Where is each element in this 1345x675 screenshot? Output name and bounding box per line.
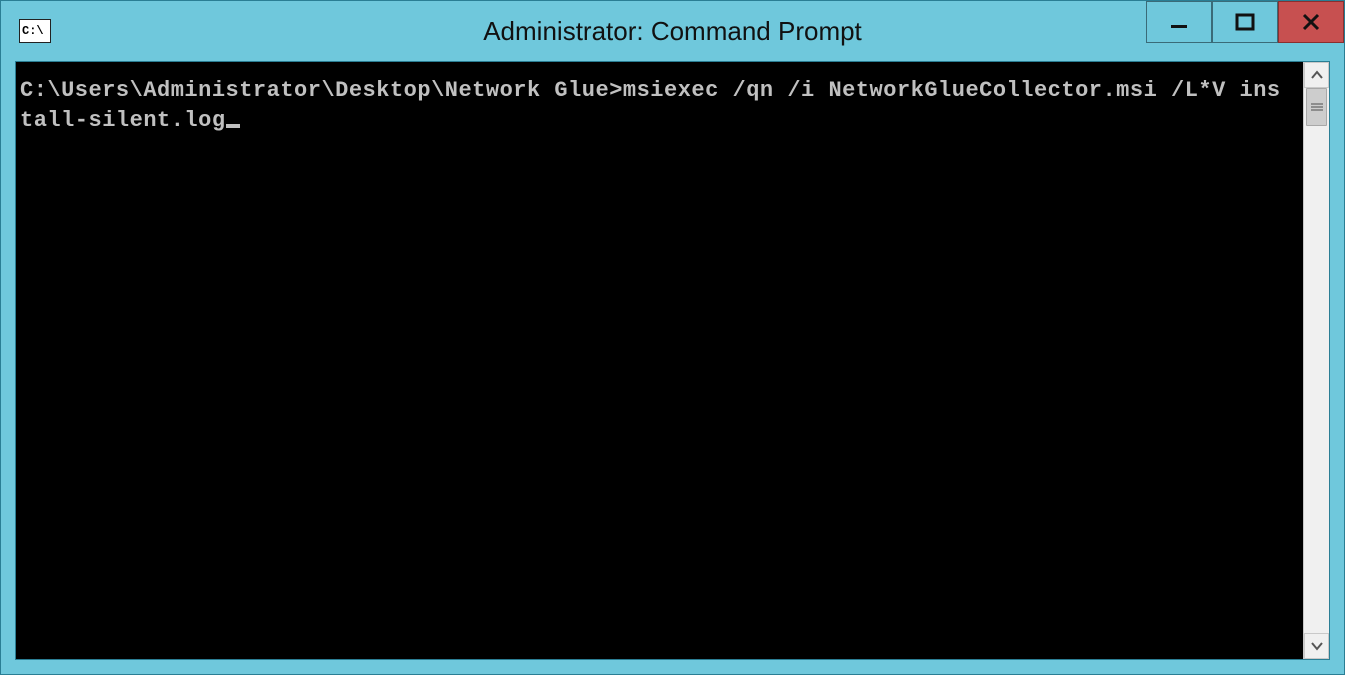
minimize-icon [1168, 11, 1190, 33]
maximize-icon [1234, 11, 1256, 33]
scroll-track[interactable] [1304, 88, 1329, 633]
vertical-scrollbar[interactable] [1303, 62, 1329, 659]
window-title: Administrator: Command Prompt [1, 16, 1344, 47]
window-frame: Administrator: Command Prompt C:\Users [0, 0, 1345, 675]
maximize-button[interactable] [1212, 1, 1278, 43]
close-button[interactable] [1278, 1, 1344, 43]
chevron-up-icon [1311, 70, 1323, 80]
text-cursor [226, 124, 240, 128]
minimize-button[interactable] [1146, 1, 1212, 43]
titlebar[interactable]: Administrator: Command Prompt [1, 1, 1344, 61]
scroll-thumb[interactable] [1306, 88, 1327, 126]
client-area: C:\Users\Administrator\Desktop\Network G… [15, 61, 1330, 660]
prompt-text: C:\Users\Administrator\Desktop\Network G… [20, 78, 623, 103]
scroll-down-button[interactable] [1304, 633, 1329, 659]
scroll-up-button[interactable] [1304, 62, 1329, 88]
console-output[interactable]: C:\Users\Administrator\Desktop\Network G… [16, 62, 1303, 659]
chevron-down-icon [1311, 641, 1323, 651]
close-icon [1300, 11, 1322, 33]
window-controls [1146, 1, 1344, 43]
